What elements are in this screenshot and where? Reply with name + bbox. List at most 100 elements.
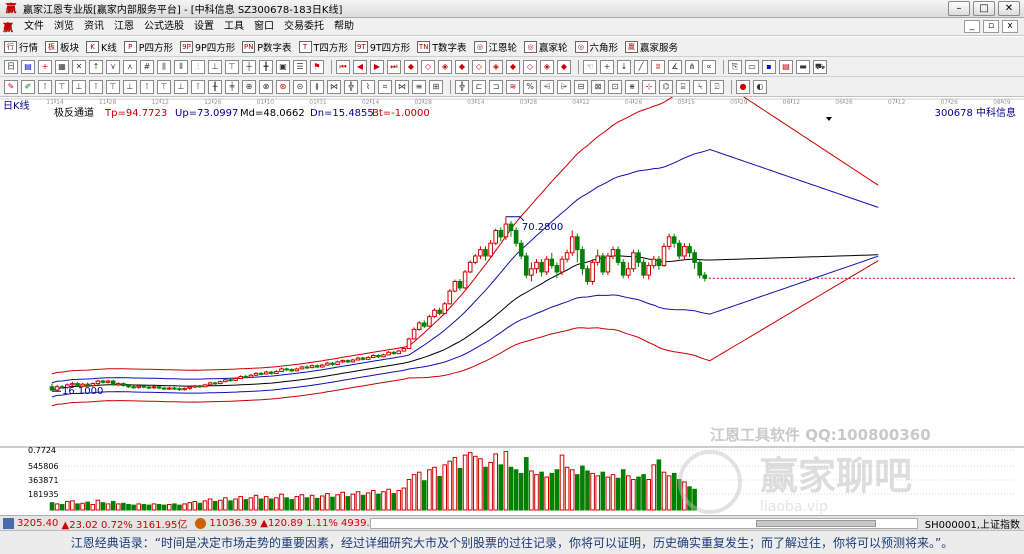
mdi-restore-button[interactable]: ▫ (983, 20, 999, 33)
horizontal-scrollbar[interactable] (370, 518, 918, 529)
fan3-icon[interactable]: ⋔ (685, 59, 699, 74)
diamond2-icon[interactable]: ◆ (455, 59, 469, 74)
line-icon[interactable]: ⫼ (157, 59, 171, 74)
cycle-icon[interactable]: ⊥ (208, 59, 222, 74)
pen-icon[interactable]: ✎ (4, 79, 18, 94)
tool30-icon[interactable]: ⩥ (557, 79, 571, 94)
cross-line-icon[interactable]: ╋ (259, 59, 273, 74)
fan2-icon[interactable]: ⋏ (123, 59, 137, 74)
toolbar-button-9[interactable]: ◎ 江恩轮 (473, 40, 517, 54)
current-index[interactable]: SH000001,上证指数 (925, 516, 1020, 531)
hand-icon[interactable]: ☜ (583, 59, 597, 74)
diamond5-icon[interactable]: ◆ (506, 59, 520, 74)
text-icon[interactable]: ʬ (651, 59, 665, 74)
period-icon[interactable]: 日 (4, 59, 18, 74)
tool18-icon[interactable]: ⋈ (327, 79, 341, 94)
tool14-icon[interactable]: ⊗ (259, 79, 273, 94)
menu-item-3[interactable]: 江恩 (109, 18, 139, 36)
tool16-icon[interactable]: ⊝ (293, 79, 307, 94)
magnet-icon[interactable]: ◐ (753, 79, 767, 94)
tool39-icon[interactable]: ⍁ (710, 79, 724, 94)
cross-icon[interactable]: ✕ (72, 59, 86, 74)
toolbar-button-2[interactable]: K K线 (86, 40, 117, 54)
tool25-icon[interactable]: ╬ (455, 79, 469, 94)
report-icon[interactable]: ▤ (779, 59, 793, 74)
diamond6-icon[interactable]: ◇ (523, 59, 537, 74)
tool10-icon[interactable]: ⊺ (191, 79, 205, 94)
tool5-icon[interactable]: ⊤ (106, 79, 120, 94)
prev-icon[interactable]: ◀ (353, 59, 367, 74)
maximize-button[interactable]: □ (973, 1, 995, 16)
mdi-close-button[interactable]: x (1002, 20, 1018, 33)
tool34-icon[interactable]: ⋇ (625, 79, 639, 94)
diamond8-icon[interactable]: ◆ (557, 59, 571, 74)
screen-icon[interactable]: ▬ (796, 59, 810, 74)
ruler-icon[interactable]: ┼ (242, 59, 256, 74)
arrow-down-icon[interactable]: ↓ (617, 59, 631, 74)
menu-item-5[interactable]: 设置 (189, 18, 219, 36)
angle-icon[interactable]: ∡ (668, 59, 682, 74)
tool26-icon[interactable]: ⊏ (472, 79, 486, 94)
color-icon[interactable]: ● (736, 79, 750, 94)
next-icon[interactable]: ▶ (370, 59, 384, 74)
draw-line-icon[interactable]: ╱ (634, 59, 648, 74)
pencil-icon[interactable]: ✐ (21, 79, 35, 94)
fan-icon[interactable]: ⋎ (106, 59, 120, 74)
calendar-icon[interactable]: ▦ (55, 59, 69, 74)
tool29-icon[interactable]: ⩤ (540, 79, 554, 94)
tool4-icon[interactable]: ⊺ (89, 79, 103, 94)
mdi-minimize-button[interactable]: _ (964, 20, 980, 33)
tool6-icon[interactable]: ⊥ (123, 79, 137, 94)
save-icon[interactable]: ▪ (762, 59, 776, 74)
tool17-icon[interactable]: ≬ (310, 79, 324, 94)
menu-item-0[interactable]: 文件 (19, 18, 49, 36)
menu-item-2[interactable]: 资讯 (79, 18, 109, 36)
last-icon[interactable]: ⏭ (387, 59, 401, 74)
diamond3-icon[interactable]: ◇ (472, 59, 486, 74)
zoom-out-icon[interactable]: ◇ (421, 59, 435, 74)
diamond4-icon[interactable]: ◈ (489, 59, 503, 74)
toolbar-button-3[interactable]: P P四方形 (123, 40, 173, 54)
close-button[interactable]: ✕ (998, 1, 1020, 16)
tool36-icon[interactable]: ⌬ (659, 79, 673, 94)
tool38-icon[interactable]: ⍀ (693, 79, 707, 94)
tool3-icon[interactable]: ⊥ (72, 79, 86, 94)
tool37-icon[interactable]: ⌸ (676, 79, 690, 94)
tool13-icon[interactable]: ⊕ (242, 79, 256, 94)
tool22-icon[interactable]: ⋈ (395, 79, 409, 94)
toolbar-button-4[interactable]: 9P 9P四方形 (180, 40, 235, 54)
arrow-up-icon[interactable]: ↑ (89, 59, 103, 74)
toolbar-button-7[interactable]: 9T 9T四方形 (354, 40, 410, 54)
chart-type-icon[interactable]: ▤ (21, 59, 35, 74)
tool20-icon[interactable]: ⌇ (361, 79, 375, 94)
scroll-thumb[interactable] (756, 520, 876, 527)
grid-icon[interactable]: # (140, 59, 154, 74)
tool19-icon[interactable]: ╬ (344, 79, 358, 94)
sz-index[interactable]: 11036.39 ▲120.89 1.11% 4939.85 (195, 517, 382, 529)
toolbar-button-12[interactable]: 赢赢家服务 (625, 40, 678, 54)
toolbar-button-11[interactable]: ◎ 六角形 (574, 40, 618, 54)
add-indicator-icon[interactable]: + (38, 59, 52, 74)
diamond7-icon[interactable]: ◈ (540, 59, 554, 74)
window-icon[interactable]: ▭ (745, 59, 759, 74)
toolbar-button-5[interactable]: PN P数字表 (242, 40, 292, 54)
kline-chart[interactable]: 11-14 11-28 12-12 12-26 01-10 01-31 02-14 02-28… (0, 97, 1024, 515)
diamond1-icon[interactable]: ◈ (438, 59, 452, 74)
tool27-icon[interactable]: ⊐ (489, 79, 503, 94)
tool7-icon[interactable]: ⊺ (140, 79, 154, 94)
tool32-icon[interactable]: ⊠ (591, 79, 605, 94)
tool9-icon[interactable]: ⊥ (174, 79, 188, 94)
toolbar-button-0[interactable]: 行行情 (4, 40, 38, 54)
tool11-icon[interactable]: ╫ (208, 79, 222, 94)
tool12-icon[interactable]: ╪ (225, 79, 239, 94)
toolbar-button-1[interactable]: 板板块 (45, 40, 79, 54)
menu-item-4[interactable]: 公式选股 (139, 18, 189, 36)
hbar-icon[interactable]: ☰ (293, 59, 307, 74)
toolbar-button-10[interactable]: ◎ 赢家轮 (524, 40, 568, 54)
menu-item-1[interactable]: 浏览 (49, 18, 79, 36)
tool1-icon[interactable]: ⊺ (38, 79, 52, 94)
menu-item-7[interactable]: 窗口 (249, 18, 279, 36)
menu-item-9[interactable]: 帮助 (329, 18, 359, 36)
zoom-in-icon[interactable]: ◆ (404, 59, 418, 74)
tool15-icon[interactable]: ⊛ (276, 79, 290, 94)
